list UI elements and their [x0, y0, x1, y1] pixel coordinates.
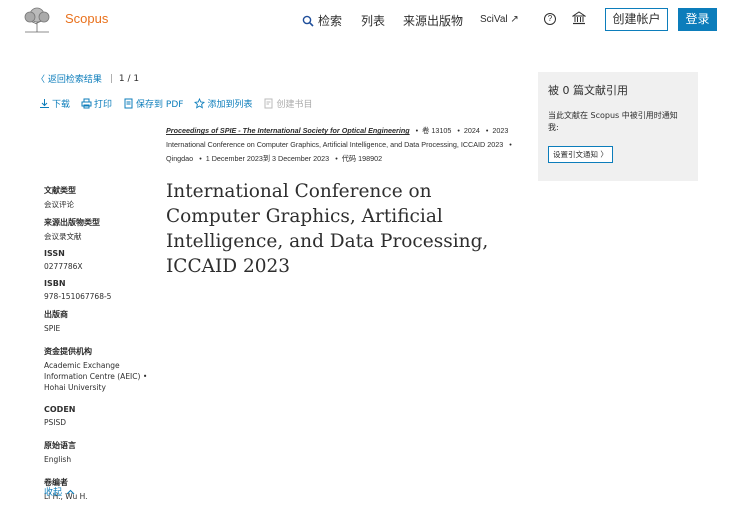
- source-title-link[interactable]: Proceedings of SPIE - The International …: [166, 126, 410, 135]
- doc-type-value: 会议评论: [44, 200, 74, 209]
- coden-value: PSISD: [44, 418, 67, 427]
- conference-location: Qingdao: [166, 154, 194, 163]
- create-account-button[interactable]: 创建帐户: [605, 8, 668, 31]
- print-label: 打印: [94, 100, 113, 110]
- funding-label: 资金提供机构: [44, 347, 92, 356]
- print-icon: [81, 98, 92, 109]
- isbn-label: ISBN: [44, 279, 66, 288]
- result-pager: 1 / 1: [118, 73, 140, 84]
- language-value: English: [44, 455, 72, 464]
- cited-by-panel: 被 0 篇文献引用 当此文献在 Scopus 中被引用时通知我: 设置引文通知 …: [538, 72, 698, 181]
- collapse-label: 收起: [44, 488, 63, 498]
- star-icon: [194, 98, 206, 109]
- download-button[interactable]: 下载: [39, 97, 70, 110]
- login-button[interactable]: 登录: [678, 8, 717, 31]
- nav-sources[interactable]: 来源出版物: [403, 12, 463, 29]
- top-header: Scopus 检索 列表 来源出版物 SciVal ↗ ? 创建帐户 登录: [0, 0, 732, 40]
- download-icon: [40, 99, 49, 108]
- source-type-label: 来源出版物类型: [44, 218, 100, 227]
- search-icon: [302, 15, 314, 27]
- funding-value: Academic Exchange Information Centre (AE…: [44, 361, 148, 392]
- save-pdf-button[interactable]: 保存到 PDF: [123, 97, 183, 110]
- back-to-results-link[interactable]: 〈 返回检索结果: [36, 72, 102, 85]
- issn-label: ISSN: [44, 249, 65, 258]
- conference-code: 代码 198902: [341, 154, 383, 163]
- nav-search[interactable]: 检索: [302, 12, 342, 29]
- document-title: International Conference on Computer Gra…: [166, 181, 489, 277]
- add-to-list-label: 添加到列表: [207, 100, 253, 110]
- nav-search-label: 检索: [318, 14, 343, 28]
- conference-name: International Conference on Computer Gra…: [166, 140, 504, 149]
- publisher-value: SPIE: [44, 324, 61, 333]
- pdf-icon: [124, 98, 133, 109]
- doc-type-label: 文献类型: [44, 186, 76, 195]
- nav-lists[interactable]: 列表: [361, 12, 385, 29]
- publisher-label: 出版商: [44, 310, 68, 319]
- bibliography-icon: [264, 98, 273, 109]
- coden-label: CODEN: [44, 405, 76, 414]
- elsevier-tree-logo[interactable]: [20, 6, 54, 34]
- print-button[interactable]: 打印: [81, 97, 112, 110]
- institution-icon[interactable]: [572, 11, 586, 25]
- source-year: 2024: [463, 126, 480, 135]
- cited-by-description: 当此文献在 Scopus 中被引用时通知我:: [548, 111, 678, 132]
- scopus-brand[interactable]: Scopus: [65, 11, 108, 26]
- source-volume: 卷 13105: [422, 126, 452, 135]
- create-bibliography-label: 创建书目: [276, 100, 313, 110]
- cited-by-title: 被 0 篇文献引用: [548, 84, 628, 97]
- download-label: 下载: [52, 100, 71, 110]
- chevron-up-icon: [66, 489, 75, 494]
- breadcrumb: 〈 返回检索结果 | 1 / 1: [36, 72, 140, 86]
- issn-value: 0277786X: [44, 262, 83, 271]
- metadata-panel: 文献类型 会议评论 来源出版物类型 会议录文献 ISSN 0277786X IS…: [44, 185, 164, 502]
- language-label: 原始语言: [44, 441, 76, 450]
- set-citation-alert-button[interactable]: 设置引文通知 〉: [548, 146, 613, 163]
- help-icon[interactable]: ?: [544, 13, 556, 25]
- separator: |: [109, 73, 113, 84]
- save-pdf-label: 保存到 PDF: [136, 100, 184, 110]
- source-pages: 2023: [492, 126, 509, 135]
- source-type-value: 会议录文献: [44, 232, 82, 241]
- isbn-value: 978-151067768-5: [44, 292, 112, 301]
- conference-dates: 1 December 2023到 3 December 2023: [205, 154, 330, 163]
- add-to-list-button[interactable]: 添加到列表: [194, 97, 252, 110]
- document-toolbar: 下载 打印 保存到 PDF 添加到列表 创建书目: [39, 97, 312, 110]
- source-info: Proceedings of SPIE - The International …: [166, 126, 512, 163]
- nav-scival[interactable]: SciVal ↗: [480, 14, 519, 25]
- collapse-toggle[interactable]: 收起: [44, 485, 75, 498]
- create-bibliography-button[interactable]: 创建书目: [263, 97, 312, 110]
